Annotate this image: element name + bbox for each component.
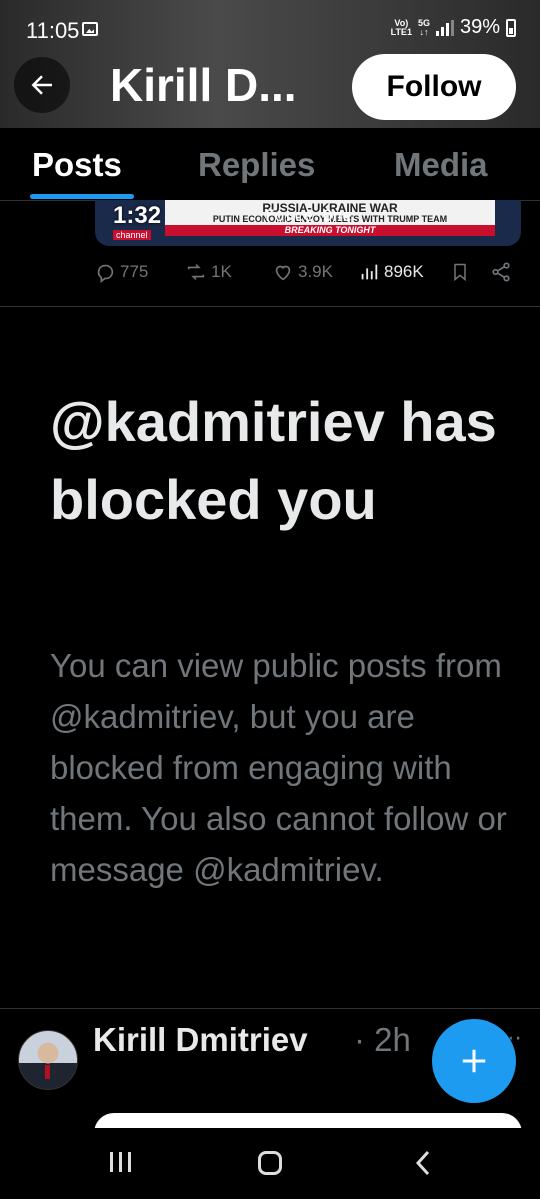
post-author-name[interactable]: Kirill Dmitriev [93, 1021, 308, 1059]
battery-icon [506, 18, 516, 37]
repost-icon [187, 264, 205, 280]
share-button[interactable] [490, 261, 512, 283]
volte-indicator: Vo) LTE1 [390, 17, 412, 37]
blocked-description: You can view public posts from @kadmitri… [50, 647, 507, 888]
reply-count: 775 [120, 262, 149, 281]
status-time: 11:05 [26, 18, 80, 43]
battery-percent: 39% [459, 16, 500, 38]
channel-logo: channel [113, 230, 151, 240]
network-type-indicator: 5G ↓↑ [417, 17, 430, 37]
video-timer: 1:32 [113, 202, 162, 229]
system-navigation-bar [0, 1128, 540, 1199]
like-count: 3.9K [298, 262, 333, 281]
reply-icon [97, 264, 114, 283]
post-timestamp: · 2h [354, 1021, 411, 1058]
repost-button[interactable]: 1K [185, 261, 232, 283]
plus-icon [462, 1049, 486, 1073]
views-button[interactable]: 896K [358, 261, 424, 283]
heart-icon [275, 265, 291, 281]
follow-button[interactable]: Follow [352, 54, 516, 120]
tab-replies[interactable]: Replies [198, 146, 315, 184]
bookmark-icon [454, 263, 466, 282]
post-action-bar: 775 1K 3.9K 896K [0, 255, 540, 295]
home-button[interactable] [258, 1151, 282, 1175]
active-tab-indicator [30, 194, 134, 199]
profile-name-title: Kirill D... [110, 59, 297, 111]
divider [0, 1008, 540, 1009]
recents-button[interactable] [110, 1152, 131, 1172]
view-count: 896K [384, 262, 424, 281]
profile-tabs: Posts Replies Media [0, 128, 540, 201]
gallery-notification-icon [82, 22, 98, 36]
signal-strength-icon [435, 19, 454, 36]
like-button[interactable]: 3.9K [272, 261, 333, 283]
blocked-title: @kadmitriev has blocked you [50, 390, 497, 531]
bookmark-button[interactable] [450, 261, 470, 283]
tab-media[interactable]: Media [394, 146, 488, 184]
tab-posts[interactable]: Posts [32, 146, 122, 184]
compose-post-button[interactable] [432, 1019, 516, 1103]
repost-count: 1K [211, 262, 232, 281]
views-chart-icon [361, 264, 378, 280]
back-button[interactable] [14, 57, 70, 113]
video-overlay-title: Force One [265, 206, 352, 225]
divider [0, 306, 540, 307]
avatar[interactable] [18, 1030, 78, 1090]
status-bar: 11:05 Vo) LTE1 5G ↓↑ 39% [0, 0, 540, 60]
system-back-icon[interactable] [412, 1148, 434, 1178]
share-icon [492, 262, 510, 282]
arrow-left-icon [31, 75, 52, 95]
video-thumbnail[interactable]: RUSSIA-UKRAINE WAR PUTIN ECONOMIC ENVOY … [95, 200, 521, 246]
reply-button[interactable]: 775 [94, 261, 148, 283]
